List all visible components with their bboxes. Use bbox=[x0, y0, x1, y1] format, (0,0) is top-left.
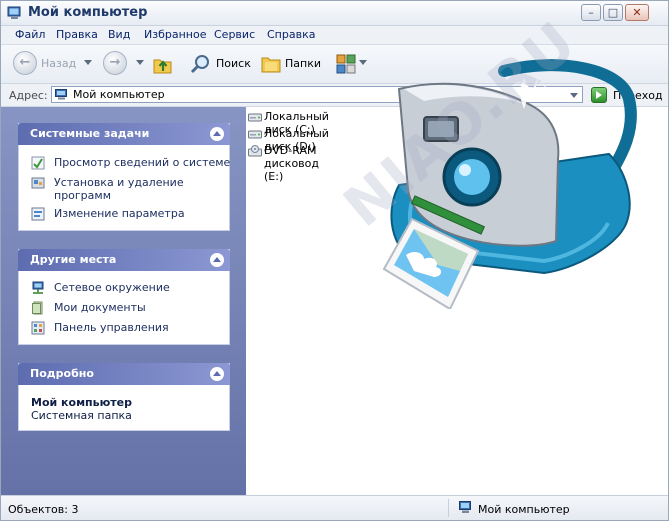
collapse-icon[interactable] bbox=[210, 367, 224, 381]
place-label: Мои документы bbox=[54, 301, 146, 314]
other-places-panel: Другие места Сетевое окружение Мои докум… bbox=[18, 249, 230, 345]
search-icon[interactable] bbox=[190, 53, 212, 75]
task-pane: Системные задачи Просмотр сведений о сис… bbox=[1, 107, 246, 495]
details-title: Подробно bbox=[30, 367, 94, 380]
back-label: Назад bbox=[41, 57, 77, 70]
menu-tools[interactable]: Сервис bbox=[214, 28, 255, 41]
address-value: Мой компьютер bbox=[73, 88, 165, 101]
system-tasks-panel: Системные задачи Просмотр сведений о сис… bbox=[18, 123, 230, 231]
folders-label[interactable]: Папки bbox=[285, 57, 321, 70]
explorer-window: Мой компьютер – □ ✕ Файл Правка Вид Избр… bbox=[0, 0, 669, 521]
details-name: Мой компьютер bbox=[31, 396, 133, 409]
my-computer-icon bbox=[55, 89, 67, 100]
menu-favorites[interactable]: Избранное bbox=[144, 28, 206, 41]
back-button[interactable]: ← bbox=[13, 51, 37, 75]
minimize-button[interactable]: – bbox=[581, 4, 601, 21]
details-header[interactable]: Подробно bbox=[18, 363, 230, 385]
add-remove-programs-icon bbox=[31, 177, 45, 189]
menu-edit[interactable]: Правка bbox=[56, 28, 98, 41]
status-object-count: Объектов: 3 bbox=[8, 503, 79, 516]
task-label: Просмотр сведений о системе bbox=[54, 156, 231, 169]
status-bar: Объектов: 3 Мой компьютер bbox=[1, 495, 668, 520]
maximize-icon: □ bbox=[607, 6, 619, 19]
system-info-icon bbox=[31, 156, 45, 170]
forward-arrow-icon: → bbox=[109, 55, 121, 70]
folders-icon[interactable] bbox=[260, 53, 282, 75]
menu-view[interactable]: Вид bbox=[108, 28, 130, 41]
maximize-button[interactable]: □ bbox=[603, 4, 623, 21]
my-computer-icon bbox=[7, 6, 21, 19]
other-places-title: Другие места bbox=[30, 253, 117, 266]
place-label: Панель управления bbox=[54, 321, 169, 334]
minimize-icon: – bbox=[588, 6, 594, 19]
system-tasks-header[interactable]: Системные задачи bbox=[18, 123, 230, 145]
title-bar[interactable]: Мой компьютер – □ ✕ bbox=[1, 1, 668, 26]
up-folder-icon[interactable] bbox=[151, 53, 175, 77]
hard-drive-icon bbox=[248, 113, 262, 122]
menu-help[interactable]: Справка bbox=[267, 28, 315, 41]
drive-label: DVD-RAM дисковод (E:) bbox=[264, 144, 319, 183]
details-panel: Подробно Мой компьютер Системная папка bbox=[18, 363, 230, 431]
network-icon bbox=[32, 281, 44, 294]
close-icon: ✕ bbox=[632, 6, 642, 19]
menu-file[interactable]: Файл bbox=[15, 28, 45, 41]
system-tasks-title: Системные задачи bbox=[30, 127, 150, 140]
task-label: Установка и удаление программ bbox=[54, 176, 184, 202]
collapse-icon[interactable] bbox=[210, 253, 224, 267]
details-type: Системная папка bbox=[31, 409, 132, 422]
window-title: Мой компьютер bbox=[28, 5, 148, 20]
task-label: Изменение параметра bbox=[54, 207, 185, 220]
collapse-icon[interactable] bbox=[210, 127, 224, 141]
place-label: Сетевое окружение bbox=[54, 281, 170, 294]
hard-drive-icon bbox=[248, 130, 262, 139]
other-places-header[interactable]: Другие места bbox=[18, 249, 230, 271]
control-panel-icon bbox=[31, 321, 45, 335]
change-setting-icon bbox=[31, 207, 45, 221]
status-location: Мой компьютер bbox=[478, 503, 570, 516]
dvd-drive-icon bbox=[248, 145, 262, 157]
status-divider bbox=[448, 499, 449, 517]
address-label: Адрес: bbox=[9, 89, 48, 102]
my-computer-icon bbox=[459, 501, 471, 513]
file-list: Локальный диск (C:) Локальный диск (D:) … bbox=[246, 9, 668, 495]
close-button[interactable]: ✕ bbox=[625, 4, 649, 21]
search-label[interactable]: Поиск bbox=[216, 57, 251, 70]
my-documents-icon bbox=[32, 301, 43, 315]
back-dropdown-icon[interactable] bbox=[84, 60, 92, 65]
forward-button[interactable]: → bbox=[103, 51, 127, 75]
back-arrow-icon: ← bbox=[19, 55, 31, 70]
forward-dropdown-icon[interactable] bbox=[136, 60, 144, 65]
